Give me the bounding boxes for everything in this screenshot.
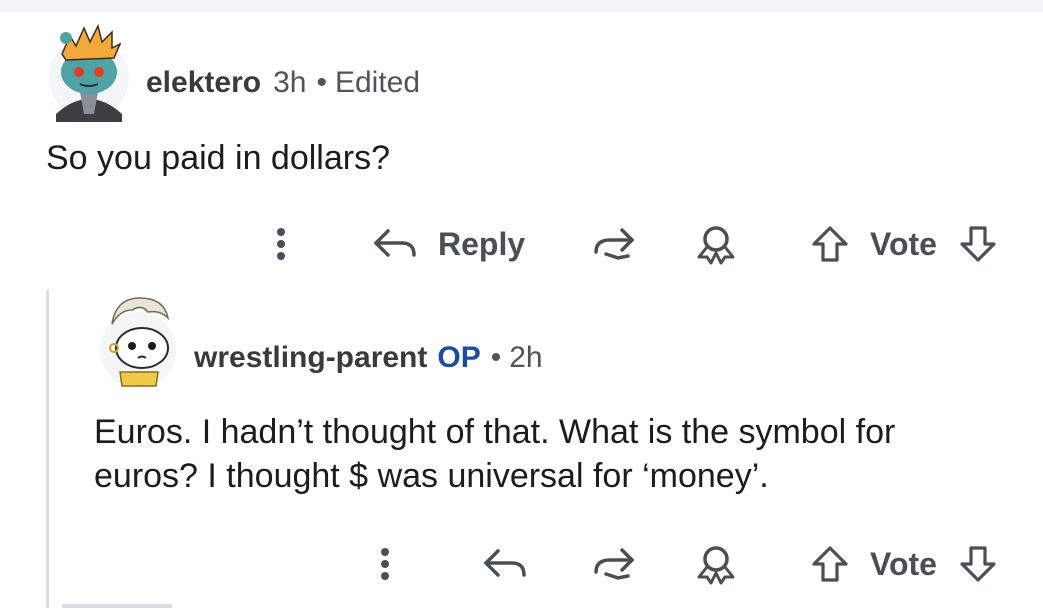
vote-label: Vote	[870, 225, 937, 262]
more-vertical-icon	[381, 548, 389, 580]
more-options-button[interactable]	[370, 539, 400, 589]
downvote-button[interactable]	[958, 539, 998, 589]
snoo-avatar-icon	[49, 23, 129, 122]
reply-label: Reply	[438, 225, 526, 262]
avatar[interactable]	[98, 288, 178, 392]
comment-actions: Vote	[0, 539, 1043, 589]
more-vertical-icon	[277, 228, 285, 260]
award-button[interactable]	[695, 539, 737, 589]
comment-header: wrestling-parent OP • 2h	[194, 338, 543, 378]
op-badge: OP	[437, 341, 481, 374]
comment-actions: Reply Vote	[0, 219, 1043, 269]
reply-arrow-icon	[372, 226, 420, 262]
snoo-avatar-icon	[100, 297, 176, 388]
edited-label: Edited	[334, 66, 421, 99]
reply-button[interactable]	[482, 539, 530, 589]
award-icon	[697, 546, 735, 585]
award-icon	[697, 226, 735, 265]
comment-body: Euros. I hadn’t thought of that. What is…	[94, 410, 895, 498]
upvote-button[interactable]	[810, 219, 850, 269]
award-button[interactable]	[695, 219, 737, 269]
reply-button[interactable]: Reply	[372, 219, 525, 269]
username[interactable]: elektero	[146, 66, 261, 100]
comment-header: elektero 3h • Edited	[146, 62, 420, 104]
top-bar	[0, 0, 1043, 12]
share-button[interactable]	[592, 219, 636, 269]
avatar[interactable]	[46, 14, 132, 122]
downvote-arrow-icon	[960, 546, 996, 582]
vote-count: Vote	[870, 539, 937, 589]
comment-text-line: Euros. I hadn’t thought of that. What is…	[94, 413, 896, 451]
timestamp: 3h	[273, 66, 307, 99]
username[interactable]: wrestling-parent	[194, 341, 427, 375]
comment-text-line: euros? I thought $ was universal for ‘mo…	[94, 457, 769, 495]
upvote-arrow-icon	[812, 546, 848, 582]
comment-text: So you paid in dollars?	[46, 139, 391, 177]
share-icon	[594, 228, 634, 260]
timestamp: 2h	[509, 341, 543, 374]
downvote-arrow-icon	[960, 226, 996, 262]
vote-count: Vote	[870, 219, 937, 269]
separator: •	[316, 66, 327, 99]
downvote-button[interactable]	[958, 219, 998, 269]
reply-arrow-icon	[484, 549, 526, 577]
vote-label: Vote	[870, 545, 937, 582]
share-icon	[594, 548, 634, 580]
comment-body: So you paid in dollars?	[46, 136, 390, 180]
upvote-button[interactable]	[810, 539, 850, 589]
thread-line	[62, 604, 172, 608]
more-options-button[interactable]	[266, 219, 296, 269]
share-button[interactable]	[592, 539, 636, 589]
separator: •	[490, 341, 502, 374]
upvote-arrow-icon	[812, 226, 848, 262]
